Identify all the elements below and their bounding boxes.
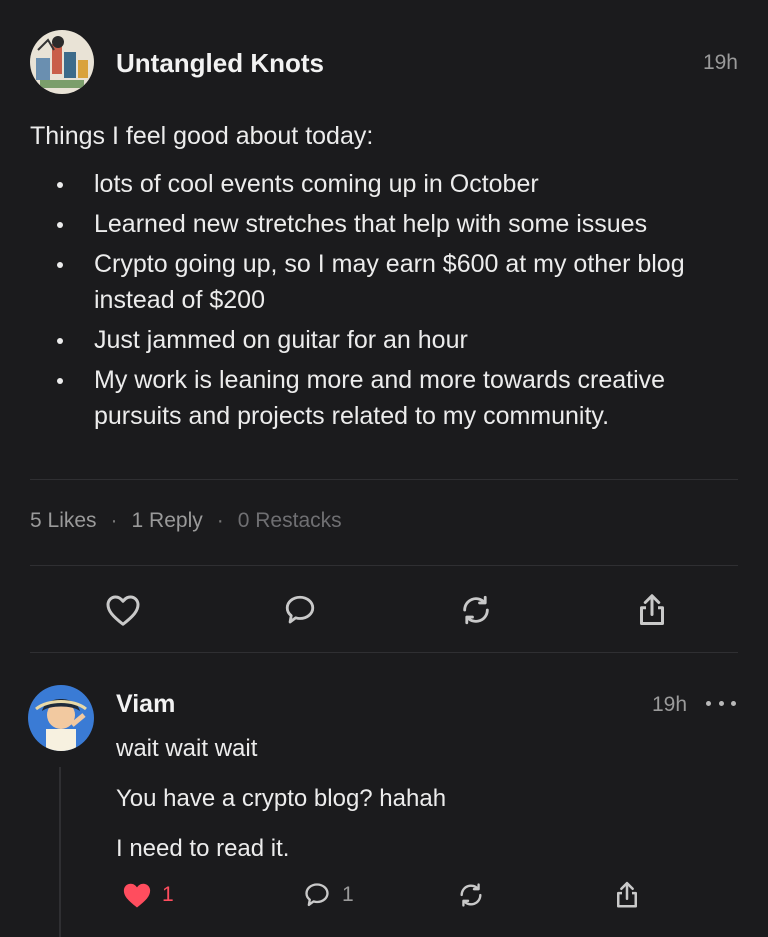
reply-text-line: I need to read it. xyxy=(116,835,290,862)
replies-count-link[interactable]: 1 Reply xyxy=(132,509,203,533)
list-item-text: Just jammed on guitar for an hour xyxy=(94,326,468,354)
reply-author-avatar[interactable] xyxy=(28,685,94,751)
reply-comment: Viam 19h wait wait wait You have a crypt… xyxy=(28,685,738,937)
bullet-dot xyxy=(57,262,63,268)
heart-filled-icon xyxy=(123,883,151,908)
reply-text-line: wait wait wait xyxy=(116,735,258,762)
post-intro: Things I feel good about today: xyxy=(30,122,374,150)
reply-comment-button[interactable]: 1 xyxy=(302,875,354,915)
restack-icon xyxy=(460,883,482,907)
list-item-text: My work is leaning more and more towards… xyxy=(94,366,666,430)
reply-like-count: 1 xyxy=(162,883,174,906)
list-item-text: lots of cool events coming up in October xyxy=(94,170,539,198)
share-button[interactable] xyxy=(628,586,676,634)
reply-like-button[interactable]: 1 xyxy=(122,875,174,915)
share-icon xyxy=(617,881,637,908)
separator-dot: · xyxy=(110,509,118,532)
author-name[interactable]: Untangled Knots xyxy=(116,48,324,79)
list-item: My work is leaning more and more towards… xyxy=(30,362,730,434)
like-button[interactable] xyxy=(99,586,147,634)
list-item: Just jammed on guitar for an hour xyxy=(30,322,730,358)
bullet-dot xyxy=(57,222,63,228)
reply-text-line: You have a crypto blog? hahah xyxy=(116,785,447,812)
divider xyxy=(30,479,738,480)
reply-restack-button[interactable] xyxy=(456,875,486,915)
reply-share-button[interactable] xyxy=(612,875,642,915)
post-header: Untangled Knots 19h xyxy=(30,30,738,96)
list-item-text: Crypto going up, so I may earn $600 at m… xyxy=(94,250,685,314)
bullet-dot xyxy=(57,182,63,188)
list-item: Learned new stretches that help with som… xyxy=(30,206,730,242)
restack-icon xyxy=(463,595,489,625)
comment-button[interactable] xyxy=(276,586,324,634)
heart-outline-icon xyxy=(106,595,140,626)
reply-timestamp: 19h xyxy=(652,693,688,716)
post-stats: 5 Likes · 1 Reply · 0 Restacks xyxy=(30,509,342,533)
divider xyxy=(30,565,738,566)
thread-line xyxy=(59,767,61,937)
bullet-dot xyxy=(57,378,63,384)
post-action-bar xyxy=(30,586,738,634)
bullet-dot xyxy=(57,338,63,344)
comment-bubble-icon xyxy=(285,595,315,624)
list-item-text: Learned new stretches that help with som… xyxy=(94,210,648,238)
restack-button[interactable] xyxy=(452,586,500,634)
more-horizontal-icon[interactable] xyxy=(706,691,736,715)
bullet-list: lots of cool events coming up in October… xyxy=(30,166,730,434)
divider xyxy=(30,652,738,653)
separator-dot: · xyxy=(216,509,224,532)
share-icon xyxy=(640,594,664,625)
list-item: Crypto going up, so I may earn $600 at m… xyxy=(30,246,730,318)
reply-comment-count: 1 xyxy=(342,883,354,906)
author-avatar[interactable] xyxy=(30,30,94,94)
restacks-count-link[interactable]: 0 Restacks xyxy=(238,509,342,533)
reply-action-bar: 1 1 xyxy=(116,875,736,915)
list-item: lots of cool events coming up in October xyxy=(30,166,730,202)
likes-count-link[interactable]: 5 Likes xyxy=(30,509,97,533)
reply-author-name[interactable]: Viam xyxy=(116,690,175,719)
post-timestamp: 19h xyxy=(702,51,738,74)
comment-bubble-icon xyxy=(305,883,329,907)
post-body: Things I feel good about today: lots of … xyxy=(30,118,730,438)
